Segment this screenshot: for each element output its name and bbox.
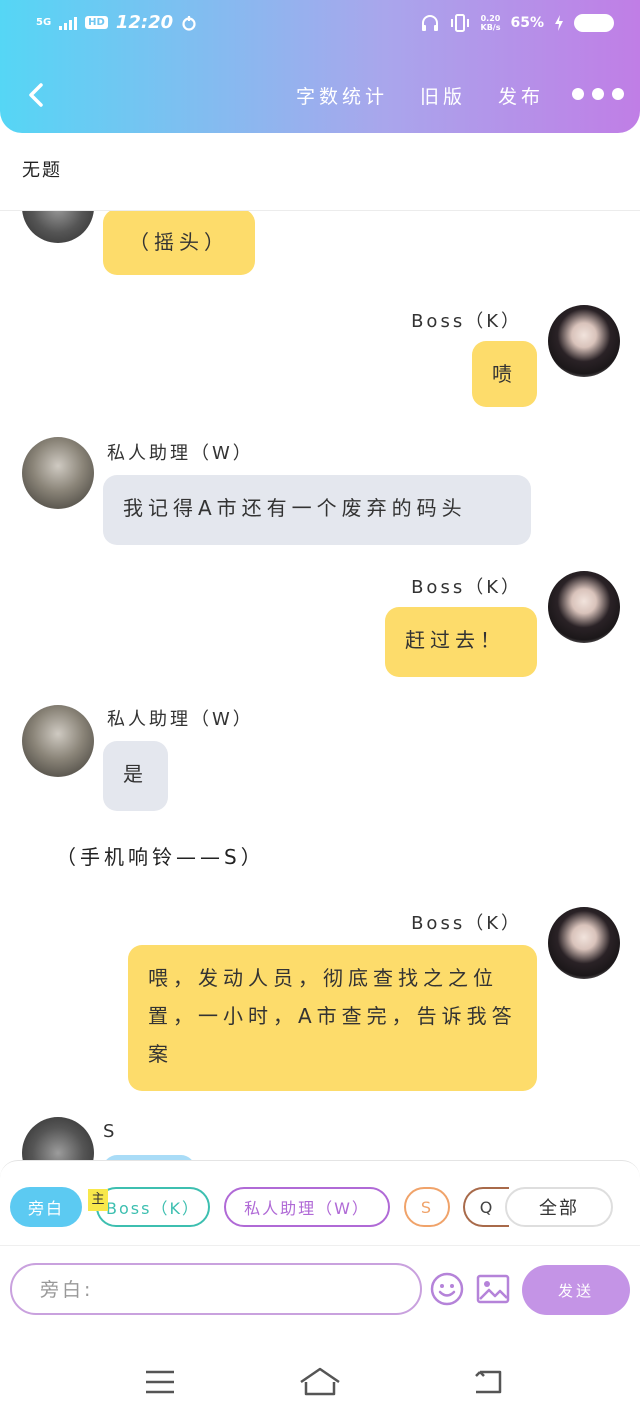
system-nav-bar <box>0 1340 640 1422</box>
message-input[interactable] <box>40 1277 400 1303</box>
publish-button[interactable]: 发布 <box>498 82 544 109</box>
message-speaker: 私人助理（W） <box>107 709 254 730</box>
main-role-badge: 主 <box>88 1189 108 1211</box>
role-chip-assistant[interactable]: 私人助理（W） <box>224 1187 390 1227</box>
more-dots-icon[interactable] <box>572 88 624 100</box>
message-speaker: 私人助理（W） <box>107 443 254 464</box>
chat-area[interactable]: （摇头） Boss（K） 啧 私人助理（W） 我记得A市还有一个废弃的码头 Bo… <box>0 211 640 1161</box>
signal-icon <box>59 16 78 30</box>
image-icon[interactable] <box>476 1273 510 1305</box>
avatar[interactable] <box>22 437 94 509</box>
old-version-button[interactable]: 旧版 <box>420 82 466 109</box>
document-title[interactable]: 无题 <box>22 156 62 182</box>
avatar[interactable] <box>22 211 94 243</box>
back-icon[interactable] <box>472 1368 504 1396</box>
message-bubble[interactable]: 啧 <box>472 341 537 407</box>
battery-percent: 65% <box>510 15 544 31</box>
net-speed-unit: KB/s <box>480 23 501 32</box>
network-type: 5G <box>36 16 52 28</box>
message-bubble[interactable]: 赶过去！ <box>385 607 537 677</box>
avatar[interactable] <box>22 705 94 777</box>
emoji-smile-icon[interactable] <box>430 1272 464 1306</box>
message-speaker: S <box>103 1121 118 1142</box>
composer-panel: 旁白 主 Boss（K） 私人助理（W） S Q 全部 发送 <box>0 1160 640 1320</box>
app-header: 5G HD 12:20 0.20 KB/s 65% 字数统计 旧版 发布 <box>0 0 640 133</box>
net-speed-value: 0.20 <box>480 14 501 23</box>
battery-icon <box>574 14 614 32</box>
message-speaker: Boss（K） <box>411 577 522 598</box>
message-bubble[interactable]: 我记得A市还有一个废弃的码头 <box>103 475 531 545</box>
avatar[interactable] <box>548 571 620 643</box>
menu-icon[interactable] <box>144 1368 176 1396</box>
avatar[interactable] <box>548 305 620 377</box>
role-chip-q[interactable]: Q <box>463 1187 509 1227</box>
message-speaker: Boss（K） <box>411 311 522 332</box>
role-chip-all[interactable]: 全部 <box>505 1187 613 1227</box>
avatar[interactable] <box>548 907 620 979</box>
message-speaker: Boss（K） <box>411 913 522 934</box>
message-bubble[interactable]: （摇头） <box>103 211 255 275</box>
narration-text[interactable]: （手机响铃——S） <box>56 841 265 870</box>
status-bar: 5G HD 12:20 0.20 KB/s 65% <box>0 8 640 42</box>
vibrate-icon <box>450 14 469 32</box>
divider <box>0 1245 640 1246</box>
role-chip-s[interactable]: S <box>404 1187 450 1227</box>
message-input-box[interactable] <box>10 1263 422 1315</box>
headphones-icon <box>421 15 438 31</box>
word-count-button[interactable]: 字数统计 <box>296 82 388 109</box>
home-icon[interactable] <box>298 1366 342 1398</box>
hd-badge: HD <box>85 16 108 29</box>
sync-icon <box>182 15 196 31</box>
message-bubble[interactable]: 是 <box>103 741 168 811</box>
message-bubble[interactable]: 喂，发动人员，彻底查找之之位置，一小时，A市查完，告诉我答案 <box>128 945 537 1091</box>
charging-icon <box>555 15 563 31</box>
avatar[interactable] <box>22 1117 94 1161</box>
clock: 12:20 <box>115 12 174 33</box>
chevron-left-icon[interactable] <box>24 80 50 110</box>
send-button[interactable]: 发送 <box>522 1265 630 1315</box>
role-chip-boss[interactable]: Boss（K） <box>96 1187 210 1227</box>
toolbar: 字数统计 旧版 发布 <box>0 70 640 120</box>
role-chip-narration[interactable]: 旁白 <box>10 1187 82 1227</box>
